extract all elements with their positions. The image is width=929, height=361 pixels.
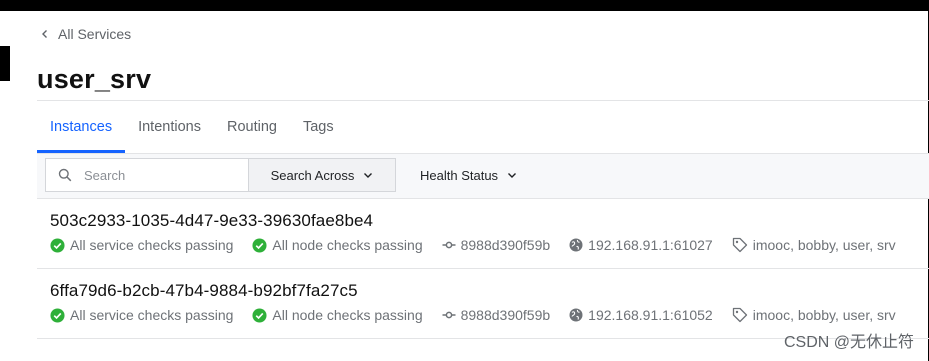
service-checks-text: All service checks passing: [70, 307, 234, 323]
instance-address: 192.168.91.1:61027: [569, 237, 713, 253]
tags-text: imooc, bobby, user, srv: [752, 237, 896, 253]
breadcrumb-all-services[interactable]: All Services: [40, 26, 131, 42]
page-title: user_srv: [37, 64, 152, 94]
chevron-down-icon: [364, 173, 373, 178]
instance-tags: imooc, bobby, user, srv: [732, 237, 896, 253]
instance-id[interactable]: 503c2933-1035-4d47-9e33-39630fae8be4: [50, 211, 373, 231]
window-left-edge: [0, 46, 10, 81]
search-box: [45, 158, 249, 192]
instance-meta: All service checks passing All node chec…: [50, 237, 915, 253]
node-name-text: 8988d390f59b: [460, 307, 551, 323]
search-across-label: Search Across: [270, 167, 355, 183]
node-checks-status: All node checks passing: [252, 307, 423, 323]
check-circle-icon: [50, 237, 65, 253]
csdn-watermark: CSDN @无休止符: [783, 334, 914, 351]
node-checks-text: All node checks passing: [272, 307, 423, 323]
tag-icon: [732, 237, 747, 253]
tags-text: imooc, bobby, user, srv: [752, 307, 896, 323]
check-circle-icon: [252, 307, 267, 323]
tab-routing[interactable]: Routing: [214, 101, 290, 153]
address-text: 192.168.91.1:61052: [588, 307, 713, 323]
node-checks-text: All node checks passing: [272, 237, 423, 253]
health-status-label: Health Status: [420, 167, 499, 183]
tab-bar: Instances Intentions Routing Tags: [37, 101, 929, 154]
tab-intentions[interactable]: Intentions: [125, 101, 214, 153]
globe-icon: [569, 238, 583, 252]
search-input[interactable]: [82, 166, 236, 184]
chevron-left-icon: [42, 30, 47, 38]
node-icon: [442, 311, 456, 319]
tab-tags[interactable]: Tags: [290, 101, 347, 153]
check-circle-icon: [50, 307, 65, 323]
service-checks-status: All service checks passing: [50, 307, 233, 323]
node-checks-status: All node checks passing: [252, 237, 423, 253]
node-name[interactable]: 8988d390f59b: [442, 237, 551, 253]
globe-icon: [569, 308, 583, 322]
address-text: 192.168.91.1:61027: [588, 237, 713, 253]
instance-row[interactable]: 503c2933-1035-4d47-9e33-39630fae8be4 All…: [37, 198, 929, 269]
node-name[interactable]: 8988d390f59b: [442, 307, 551, 323]
instance-meta: All service checks passing All node chec…: [50, 307, 915, 323]
instance-tags: imooc, bobby, user, srv: [732, 307, 896, 323]
tab-instances[interactable]: Instances: [37, 101, 126, 153]
health-status-filter[interactable]: Health Status: [420, 158, 517, 192]
instance-address: 192.168.91.1:61052: [569, 307, 713, 323]
tag-icon: [732, 307, 747, 323]
breadcrumb-label: All Services: [58, 26, 132, 42]
check-circle-icon: [252, 237, 267, 253]
service-checks-text: All service checks passing: [70, 237, 234, 253]
search-icon: [58, 168, 72, 182]
node-name-text: 8988d390f59b: [460, 237, 551, 253]
search-toolbar: Search Across Health Status: [37, 154, 929, 199]
instance-id[interactable]: 6ffa79d6-b2cb-47b4-9884-b92bf7fa27c5: [50, 281, 358, 301]
search-across-button[interactable]: Search Across: [248, 158, 396, 192]
window-top-bar: [0, 0, 929, 11]
service-checks-status: All service checks passing: [50, 237, 233, 253]
node-icon: [442, 241, 456, 249]
chevron-down-icon: [508, 173, 517, 178]
